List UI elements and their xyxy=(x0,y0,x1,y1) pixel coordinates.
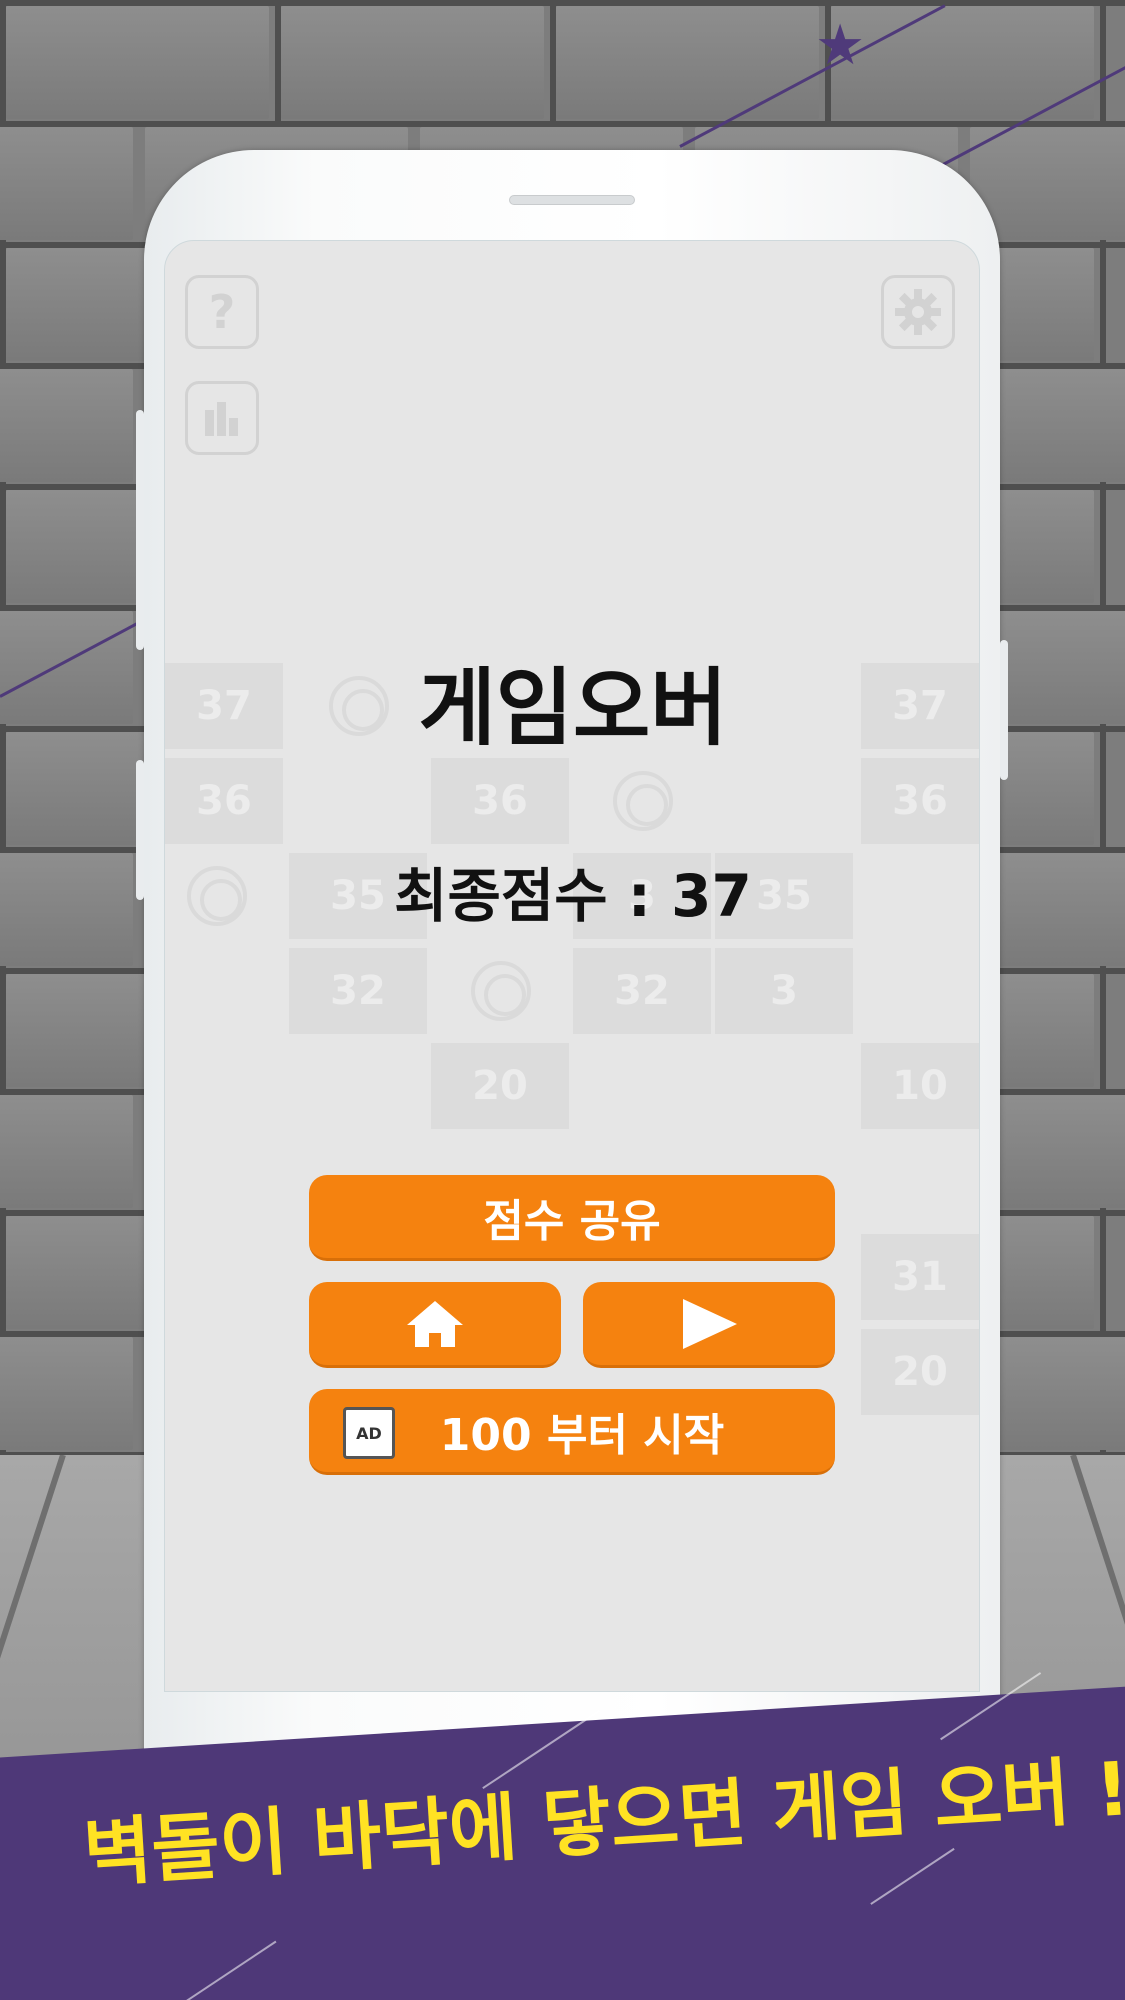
phone-speaker xyxy=(509,195,635,205)
star-icon: ★ xyxy=(815,13,866,78)
brick-tile: 32 xyxy=(289,948,427,1034)
brick-tile: 36 xyxy=(431,758,569,844)
brick-tile: 31 xyxy=(861,1234,979,1320)
home-button[interactable] xyxy=(309,1282,561,1368)
phone-side-button xyxy=(136,410,144,650)
brick-tile: 10 xyxy=(861,1043,979,1129)
brick-tile: 32 xyxy=(573,948,711,1034)
ad-video-icon: AD xyxy=(343,1407,395,1459)
help-icon: ? xyxy=(208,285,236,339)
help-button[interactable]: ? xyxy=(185,275,259,349)
brick-tile: 20 xyxy=(861,1329,979,1415)
brick-tile: 20 xyxy=(431,1043,569,1129)
share-score-button[interactable]: 점수 공유 xyxy=(309,1175,835,1261)
final-score: 최종점수 : 37 xyxy=(394,862,752,930)
ball-pickup xyxy=(613,771,673,831)
phone-side-button xyxy=(1000,640,1008,780)
play-icon xyxy=(683,1298,737,1349)
start-from-100-button[interactable]: AD 100 부터 시작 xyxy=(309,1389,835,1475)
stats-button[interactable] xyxy=(185,381,259,455)
bar-chart-icon xyxy=(205,402,238,436)
settings-button[interactable] xyxy=(881,275,955,349)
gear-icon xyxy=(895,289,941,335)
ball-pickup xyxy=(471,961,531,1021)
play-button[interactable] xyxy=(583,1282,835,1368)
game-screen: ? 37 37 36 36 36 35 3 35 32 32 3 20 10 3… xyxy=(164,240,980,1692)
brick-tile: 36 xyxy=(861,758,979,844)
home-icon xyxy=(407,1300,463,1347)
start-from-100-label: 100 부터 시작 xyxy=(439,1409,725,1461)
share-score-label: 점수 공유 xyxy=(483,1195,661,1247)
phone-side-button xyxy=(136,760,144,900)
phone-frame: ? 37 37 36 36 36 35 3 35 32 32 3 20 10 3… xyxy=(136,150,1008,1950)
brick-tile: 3 xyxy=(715,948,853,1034)
ad-label: AD xyxy=(356,1423,382,1443)
brick-tile: 36 xyxy=(165,758,283,844)
game-over-title: 게임오버 xyxy=(418,659,728,757)
